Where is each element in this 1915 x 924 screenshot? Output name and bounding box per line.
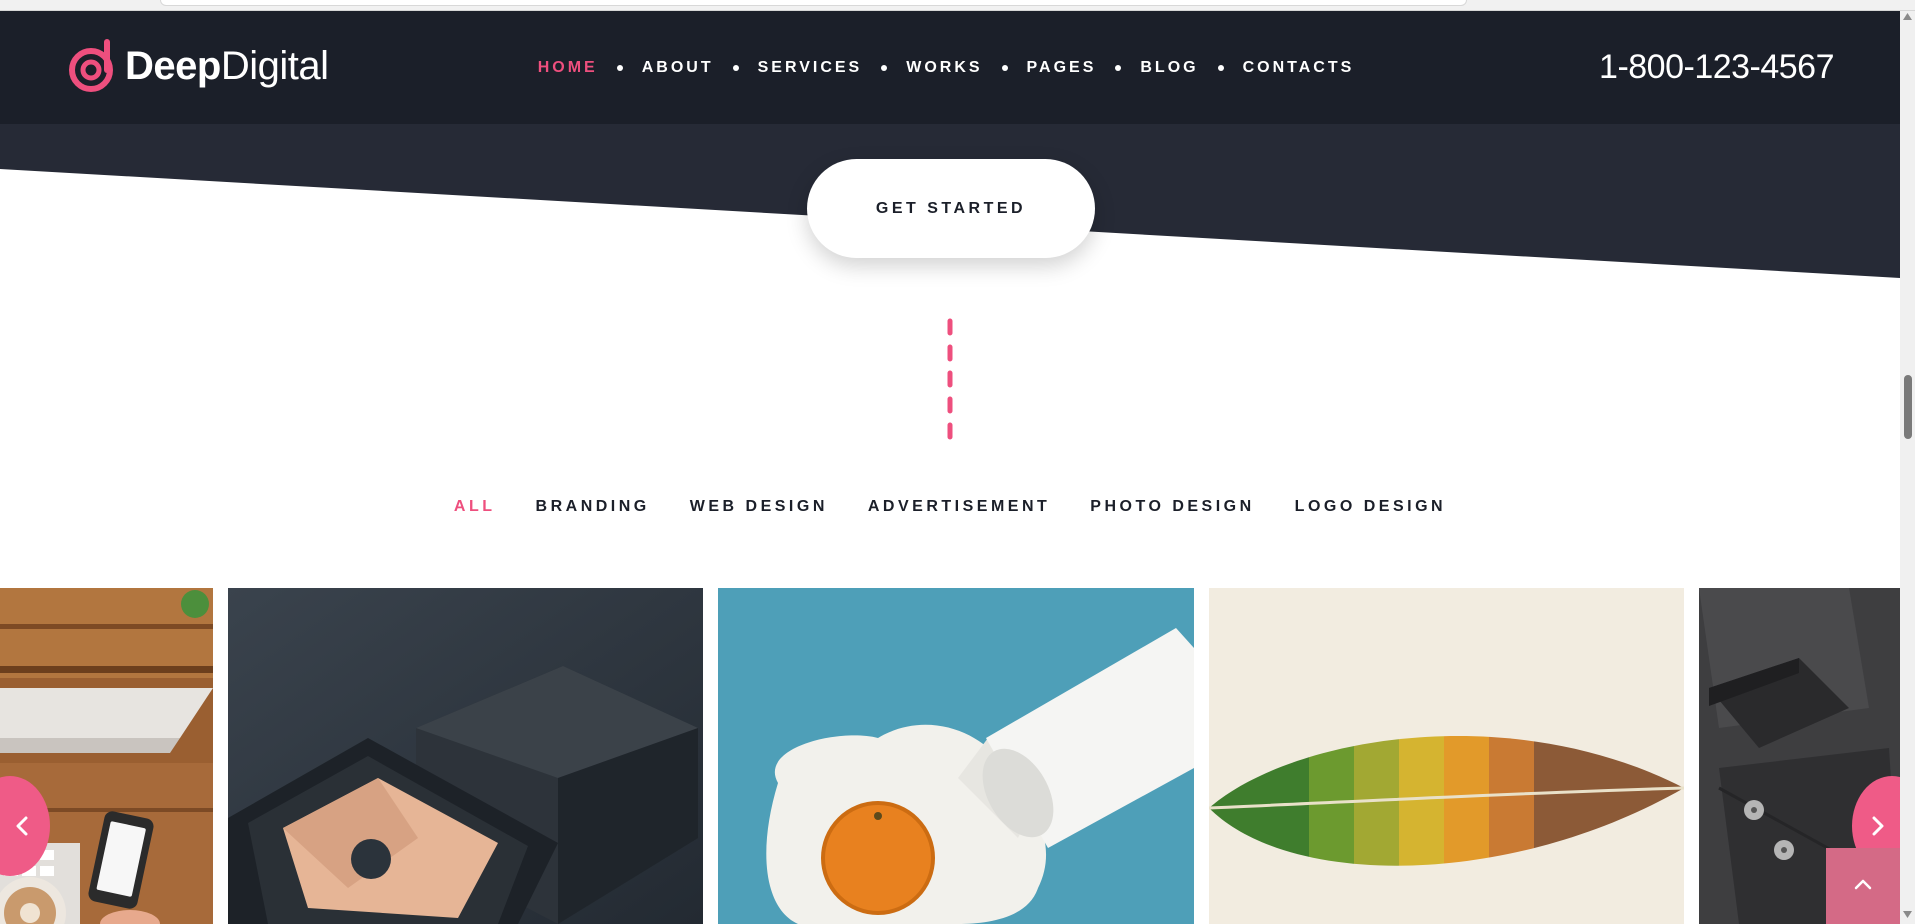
filter-logo-design[interactable]: LOGO DESIGN: [1295, 498, 1446, 516]
back-to-top-button[interactable]: [1826, 848, 1900, 924]
address-bar[interactable]: [160, 0, 1467, 6]
nav-separator: [1115, 64, 1122, 71]
nav-item-blog[interactable]: BLOG: [1140, 59, 1198, 77]
scroll-up-arrow-icon[interactable]: [1903, 13, 1912, 20]
filter-branding[interactable]: BRANDING: [536, 498, 650, 516]
nav-item-works[interactable]: WORKS: [906, 59, 982, 77]
chevron-up-icon: [1854, 879, 1872, 890]
nav-separator: [732, 64, 739, 71]
filter-web-design[interactable]: WEB DESIGN: [690, 498, 828, 516]
page-scrollbar[interactable]: [1900, 11, 1915, 924]
nav-separator: [1001, 64, 1008, 71]
chevron-left-icon: [16, 816, 28, 836]
nav-item-services[interactable]: SERVICES: [758, 59, 863, 77]
nav-separator: [1217, 64, 1224, 71]
filter-photo-design[interactable]: PHOTO DESIGN: [1090, 498, 1254, 516]
nav-separator: [881, 64, 888, 71]
portfolio-item[interactable]: [1209, 588, 1684, 924]
nav-item-home[interactable]: HOME: [538, 59, 598, 77]
dashed-divider: [947, 318, 953, 442]
spilled-milk-image: [718, 588, 1194, 924]
site-header: DeepDigital HOME ABOUT SERVICES WORKS PA…: [0, 11, 1900, 124]
leaf-image: [1209, 588, 1684, 924]
nav-item-about[interactable]: ABOUT: [642, 59, 714, 77]
nav-separator: [616, 64, 623, 71]
filter-all[interactable]: ALL: [454, 498, 496, 516]
filter-advertisement[interactable]: ADVERTISEMENT: [868, 498, 1050, 516]
get-started-button[interactable]: GET STARTED: [807, 159, 1095, 258]
gift-box-image: [228, 588, 703, 924]
chevron-right-icon: [1872, 816, 1884, 836]
desk-image: [0, 588, 213, 924]
browser-top-strip: [0, 0, 1915, 11]
nav-item-pages[interactable]: PAGES: [1027, 59, 1097, 77]
phone-number[interactable]: 1-800-123-4567: [1599, 11, 1834, 124]
portfolio-item[interactable]: [228, 588, 703, 924]
scrollbar-thumb[interactable]: [1904, 375, 1912, 439]
portfolio-filters: ALL BRANDING WEB DESIGN ADVERTISEMENT PH…: [0, 495, 1900, 519]
portfolio-item[interactable]: [718, 588, 1194, 924]
nav-item-contacts[interactable]: CONTACTS: [1243, 59, 1355, 77]
scroll-down-arrow-icon[interactable]: [1903, 911, 1912, 918]
portfolio-item[interactable]: [0, 588, 213, 924]
